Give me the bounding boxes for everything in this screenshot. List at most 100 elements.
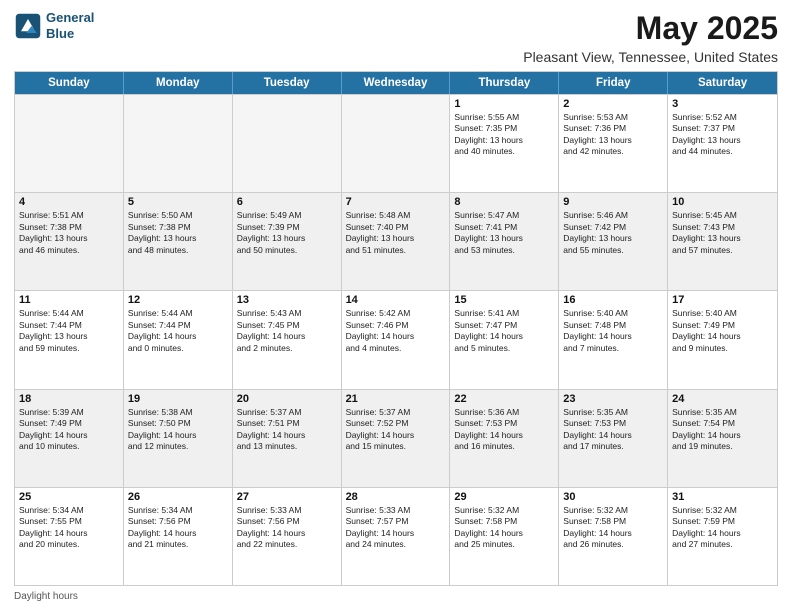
calendar-header-cell: Monday (124, 72, 233, 94)
calendar-row: 4Sunrise: 5:51 AM Sunset: 7:38 PM Daylig… (15, 192, 777, 290)
calendar-cell: 25Sunrise: 5:34 AM Sunset: 7:55 PM Dayli… (15, 488, 124, 585)
calendar-row: 18 Sunrise: 5:39 AM Sunset: 7:49 PM Dayli… (15, 389, 777, 487)
calendar-cell: 10Sunrise: 5:45 AM Sunset: 7:43 PM Dayli… (668, 193, 777, 290)
cell-info: Sunrise: 5:34 AM Sunset: 7:55 PM Dayligh… (19, 505, 119, 551)
cell-info: Sunrise: 5:39 AM Sunset: 7:49 PM Dayligh… (19, 407, 119, 453)
day-number: 13 (237, 294, 337, 306)
cell-info: Sunrise: 5:40 AM Sunset: 7:49 PM Dayligh… (672, 308, 773, 354)
day-number: 26 (128, 491, 228, 503)
calendar-row: 11 Sunrise: 5:44 AM Sunset: 7:44 PM Dayli… (15, 290, 777, 388)
calendar-cell: 20 Sunrise: 5:37 AM Sunset: 7:51 PM Dayli… (233, 390, 342, 487)
day-number: 8 (454, 196, 554, 208)
calendar-cell: 29 Sunrise: 5:32 AM Sunset: 7:58 PM Dayli… (450, 488, 559, 585)
calendar-cell: 14 Sunrise: 5:42 AM Sunset: 7:46 PM Dayli… (342, 291, 451, 388)
calendar-cell: 11 Sunrise: 5:44 AM Sunset: 7:44 PM Dayli… (15, 291, 124, 388)
day-number: 7 (346, 196, 446, 208)
calendar-row: 1 Sunrise: 5:55 AM Sunset: 7:35 PM Daylig… (15, 94, 777, 192)
cell-info: Sunrise: 5:44 AM Sunset: 7:44 PM Dayligh… (19, 308, 119, 354)
logo-icon (14, 12, 42, 40)
cell-info: Sunrise: 5:33 AM Sunset: 7:56 PM Dayligh… (237, 505, 337, 551)
day-number: 11 (19, 294, 119, 306)
footer: Daylight hours (14, 591, 778, 602)
calendar-cell: 16Sunrise: 5:40 AM Sunset: 7:48 PM Dayli… (559, 291, 668, 388)
title-block: May 2025 Pleasant View, Tennessee, Unite… (523, 10, 778, 65)
cell-info: Sunrise: 5:47 AM Sunset: 7:41 PM Dayligh… (454, 210, 554, 256)
cell-info: Sunrise: 5:38 AM Sunset: 7:50 PM Dayligh… (128, 407, 228, 453)
cell-info: Sunrise: 5:37 AM Sunset: 7:51 PM Dayligh… (237, 407, 337, 453)
cell-info: Sunrise: 5:46 AM Sunset: 7:42 PM Dayligh… (563, 210, 663, 256)
calendar-cell: 23 Sunrise: 5:35 AM Sunset: 7:53 PM Dayli… (559, 390, 668, 487)
calendar-cell: 13 Sunrise: 5:43 AM Sunset: 7:45 PM Dayli… (233, 291, 342, 388)
cell-info: Sunrise: 5:35 AM Sunset: 7:53 PM Dayligh… (563, 407, 663, 453)
calendar-header-cell: Thursday (450, 72, 559, 94)
day-number: 31 (672, 491, 773, 503)
day-number: 27 (237, 491, 337, 503)
calendar-cell (15, 95, 124, 192)
calendar-header-cell: Tuesday (233, 72, 342, 94)
day-number: 15 (454, 294, 554, 306)
cell-info: Sunrise: 5:51 AM Sunset: 7:38 PM Dayligh… (19, 210, 119, 256)
day-number: 19 (128, 393, 228, 405)
calendar-cell: 5Sunrise: 5:50 AM Sunset: 7:38 PM Daylig… (124, 193, 233, 290)
calendar-cell: 12Sunrise: 5:44 AM Sunset: 7:44 PM Dayli… (124, 291, 233, 388)
calendar-cell: 8 Sunrise: 5:47 AM Sunset: 7:41 PM Daylig… (450, 193, 559, 290)
page: General Blue May 2025 Pleasant View, Ten… (0, 0, 792, 612)
calendar-cell (124, 95, 233, 192)
cell-info: Sunrise: 5:43 AM Sunset: 7:45 PM Dayligh… (237, 308, 337, 354)
cell-info: Sunrise: 5:36 AM Sunset: 7:53 PM Dayligh… (454, 407, 554, 453)
footer-label: Daylight hours (14, 591, 78, 602)
calendar-cell: 31Sunrise: 5:32 AM Sunset: 7:59 PM Dayli… (668, 488, 777, 585)
day-number: 28 (346, 491, 446, 503)
cell-info: Sunrise: 5:32 AM Sunset: 7:58 PM Dayligh… (563, 505, 663, 551)
calendar-header-cell: Friday (559, 72, 668, 94)
calendar-cell: 9 Sunrise: 5:46 AM Sunset: 7:42 PM Daylig… (559, 193, 668, 290)
calendar-cell: 6Sunrise: 5:49 AM Sunset: 7:39 PM Daylig… (233, 193, 342, 290)
cell-info: Sunrise: 5:49 AM Sunset: 7:39 PM Dayligh… (237, 210, 337, 256)
calendar-header-cell: Saturday (668, 72, 777, 94)
logo: General Blue (14, 10, 94, 41)
calendar-cell: 4Sunrise: 5:51 AM Sunset: 7:38 PM Daylig… (15, 193, 124, 290)
day-number: 9 (563, 196, 663, 208)
day-number: 16 (563, 294, 663, 306)
calendar-cell: 7 Sunrise: 5:48 AM Sunset: 7:40 PM Daylig… (342, 193, 451, 290)
day-number: 17 (672, 294, 773, 306)
calendar-cell (342, 95, 451, 192)
day-number: 5 (128, 196, 228, 208)
day-number: 29 (454, 491, 554, 503)
cell-info: Sunrise: 5:55 AM Sunset: 7:35 PM Dayligh… (454, 112, 554, 158)
calendar: SundayMondayTuesdayWednesdayThursdayFrid… (14, 71, 778, 586)
calendar-row: 25Sunrise: 5:34 AM Sunset: 7:55 PM Dayli… (15, 487, 777, 585)
day-number: 23 (563, 393, 663, 405)
day-number: 24 (672, 393, 773, 405)
day-number: 2 (563, 98, 663, 110)
day-number: 1 (454, 98, 554, 110)
day-number: 12 (128, 294, 228, 306)
day-number: 14 (346, 294, 446, 306)
header: General Blue May 2025 Pleasant View, Ten… (14, 10, 778, 65)
calendar-cell: 26 Sunrise: 5:34 AM Sunset: 7:56 PM Dayli… (124, 488, 233, 585)
cell-info: Sunrise: 5:35 AM Sunset: 7:54 PM Dayligh… (672, 407, 773, 453)
day-number: 18 (19, 393, 119, 405)
logo-line2: Blue (46, 26, 94, 42)
cell-info: Sunrise: 5:32 AM Sunset: 7:58 PM Dayligh… (454, 505, 554, 551)
calendar-cell: 21 Sunrise: 5:37 AM Sunset: 7:52 PM Dayli… (342, 390, 451, 487)
cell-info: Sunrise: 5:53 AM Sunset: 7:36 PM Dayligh… (563, 112, 663, 158)
day-number: 21 (346, 393, 446, 405)
calendar-header-cell: Wednesday (342, 72, 451, 94)
calendar-cell: 24 Sunrise: 5:35 AM Sunset: 7:54 PM Dayli… (668, 390, 777, 487)
calendar-cell: 30 Sunrise: 5:32 AM Sunset: 7:58 PM Dayli… (559, 488, 668, 585)
day-number: 10 (672, 196, 773, 208)
calendar-cell: 3Sunrise: 5:52 AM Sunset: 7:37 PM Daylig… (668, 95, 777, 192)
sub-title: Pleasant View, Tennessee, United States (523, 49, 778, 65)
cell-info: Sunrise: 5:42 AM Sunset: 7:46 PM Dayligh… (346, 308, 446, 354)
logo-text: General Blue (46, 10, 94, 41)
cell-info: Sunrise: 5:48 AM Sunset: 7:40 PM Dayligh… (346, 210, 446, 256)
day-number: 30 (563, 491, 663, 503)
cell-info: Sunrise: 5:37 AM Sunset: 7:52 PM Dayligh… (346, 407, 446, 453)
logo-line1: General (46, 10, 94, 26)
cell-info: Sunrise: 5:52 AM Sunset: 7:37 PM Dayligh… (672, 112, 773, 158)
day-number: 20 (237, 393, 337, 405)
main-title: May 2025 (523, 10, 778, 47)
cell-info: Sunrise: 5:34 AM Sunset: 7:56 PM Dayligh… (128, 505, 228, 551)
calendar-cell: 27 Sunrise: 5:33 AM Sunset: 7:56 PM Dayli… (233, 488, 342, 585)
